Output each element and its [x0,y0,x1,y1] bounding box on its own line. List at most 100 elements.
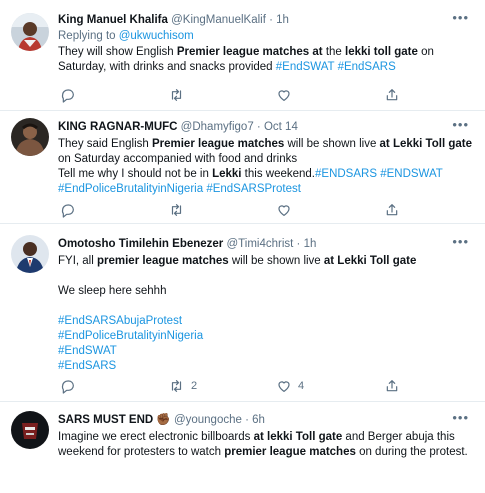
hashtag-link[interactable]: #ENDSARS [315,168,377,180]
tweet-header: Omotosho Timilehin Ebenezer @Timi4christ… [58,236,473,252]
heart-icon [278,205,290,216]
text-span: They will show English [58,46,177,58]
hashtag-list: #EndSARSAbujaProtest #EndPoliceBrutality… [58,314,473,374]
avatar-image [11,235,49,273]
highlight-text: Lekki [212,168,242,180]
reply-icon [61,204,74,218]
user-handle[interactable]: @Timi4christ [227,238,294,250]
highlight-text: Premier league matches at [176,46,323,58]
reply-button[interactable] [60,202,82,218]
avatar-image [11,411,49,449]
user-handle[interactable]: @Dhamyfigo7 [181,121,254,133]
avatar[interactable] [11,235,49,273]
share-button[interactable] [384,378,400,394]
highlight-text: at Lekki Toll gate [379,138,472,150]
text-span: Imagine we erect electronic billboards [58,431,254,443]
highlight-text: Premier league matches [151,138,285,150]
timestamp[interactable]: Oct 14 [264,121,298,133]
hashtag-link[interactable]: #EndSWAT [276,61,335,73]
hashtag-link[interactable]: #ENDSWAT [380,168,443,180]
more-options-icon[interactable]: ••• [452,411,469,424]
hashtag-link[interactable]: #EndSARSProtest [206,183,301,195]
share-button[interactable] [384,202,400,218]
reply-button[interactable] [60,87,82,103]
replying-to-link[interactable]: @ukwuchisom [119,30,194,42]
retweet-icon [171,380,182,392]
separator-dot: · [245,414,249,426]
display-name[interactable]: SARS MUST END [58,414,153,426]
tweet-header: SARS MUST END ✊🏾 @youngoche · 6h [58,412,473,428]
retweet-button[interactable] [168,87,191,103]
display-name[interactable]: Omotosho Timilehin Ebenezer [58,238,223,250]
text-span: the [322,46,346,58]
retweet-icon [171,89,182,101]
highlight-text: at lekki Toll gate [253,431,343,443]
retweet-count: 2 [191,380,198,392]
text-span: on Saturday accompanied with food and dr… [58,153,298,165]
timestamp[interactable]: 6h [252,414,265,426]
text-span: this weekend. [241,168,315,180]
hashtag-link[interactable]: #EndSARSAbujaProtest [58,314,473,329]
hashtag-link[interactable]: #EndPoliceBrutalityinNigeria [58,183,203,195]
share-button[interactable] [384,87,400,103]
tweet-text: Imagine we erect electronic billboards a… [58,430,473,460]
reply-icon [61,89,74,103]
heart-icon [278,90,290,101]
like-button[interactable] [276,202,298,218]
display-name[interactable]: KING RAGNAR-MUFC [58,121,177,133]
highlight-text: premier league matches [224,446,356,458]
text-span: will be shown live [228,255,324,267]
separator-dot: · [256,121,261,133]
more-options-icon[interactable]: ••• [452,235,469,248]
like-button[interactable]: 4 [276,378,304,394]
tweet-header: King Manuel Khalifa @KingManuelKalif · 1… [58,12,473,28]
reply-button[interactable] [60,378,82,394]
user-handle[interactable]: @KingManuelKalif [171,14,266,26]
tweet[interactable]: King Manuel Khalifa @KingManuelKalif · 1… [0,0,485,111]
like-button[interactable] [276,87,298,103]
tweet[interactable]: KING RAGNAR-MUFC @Dhamyfigo7 · Oct 14 Th… [0,111,485,224]
avatar[interactable] [11,411,49,449]
display-name[interactable]: King Manuel Khalifa [58,14,168,26]
share-icon [386,380,398,392]
text-span: They said English [58,138,152,150]
separator-dot: · [296,238,301,250]
timestamp[interactable]: 1h [304,238,317,250]
text-span: will be shown live [284,138,380,150]
highlight-text: lekki toll gate [345,46,418,58]
hashtag-link[interactable]: #EndSWAT [58,344,473,359]
hashtag-link[interactable]: #EndSARS [338,61,396,73]
hashtag-link[interactable]: #EndPoliceBrutalityinNigeria [58,329,473,344]
tweet-text: We sleep here sehhh [58,285,167,297]
more-options-icon[interactable]: ••• [452,118,469,131]
hashtag-link[interactable]: #EndSARS [58,359,473,374]
user-handle[interactable]: @youngoche [174,414,242,426]
retweet-button[interactable] [168,202,191,218]
retweet-icon [171,204,182,216]
retweet-button[interactable]: 2 [168,378,197,394]
text-span: FYI, all [58,255,97,267]
replying-prefix: Replying to [58,30,119,42]
text-span: Tell me why I should not be in [58,168,213,180]
timestamp[interactable]: 1h [276,14,289,26]
replying-to-line: Replying to @ukwuchisom [58,29,473,44]
heart-icon [278,381,290,392]
tweet[interactable]: SARS MUST END ✊🏾 @youngoche · 6h Imagine… [0,402,485,493]
avatar[interactable] [11,118,49,156]
tweet-text: They will show English Premier league ma… [58,45,473,75]
tweet-actions: 2 4 [60,378,398,394]
raised-fist-emoji: ✊🏾 [156,414,171,426]
tweet[interactable]: Omotosho Timilehin Ebenezer @Timi4christ… [0,224,485,402]
more-options-icon[interactable]: ••• [452,11,469,24]
avatar-image [11,118,49,156]
highlight-text: at Lekki Toll gate [323,255,417,267]
highlight-text: premier league matches [96,255,229,267]
text-span: on during the protest. [355,446,468,458]
reply-icon [61,380,74,394]
tweet-text: They said English Premier league matches… [58,137,473,197]
tweet-feed: King Manuel Khalifa @KingManuelKalif · 1… [0,0,485,493]
separator-dot: · [269,14,273,26]
share-icon [386,89,398,101]
avatar-image [11,13,49,51]
avatar[interactable] [11,13,49,51]
